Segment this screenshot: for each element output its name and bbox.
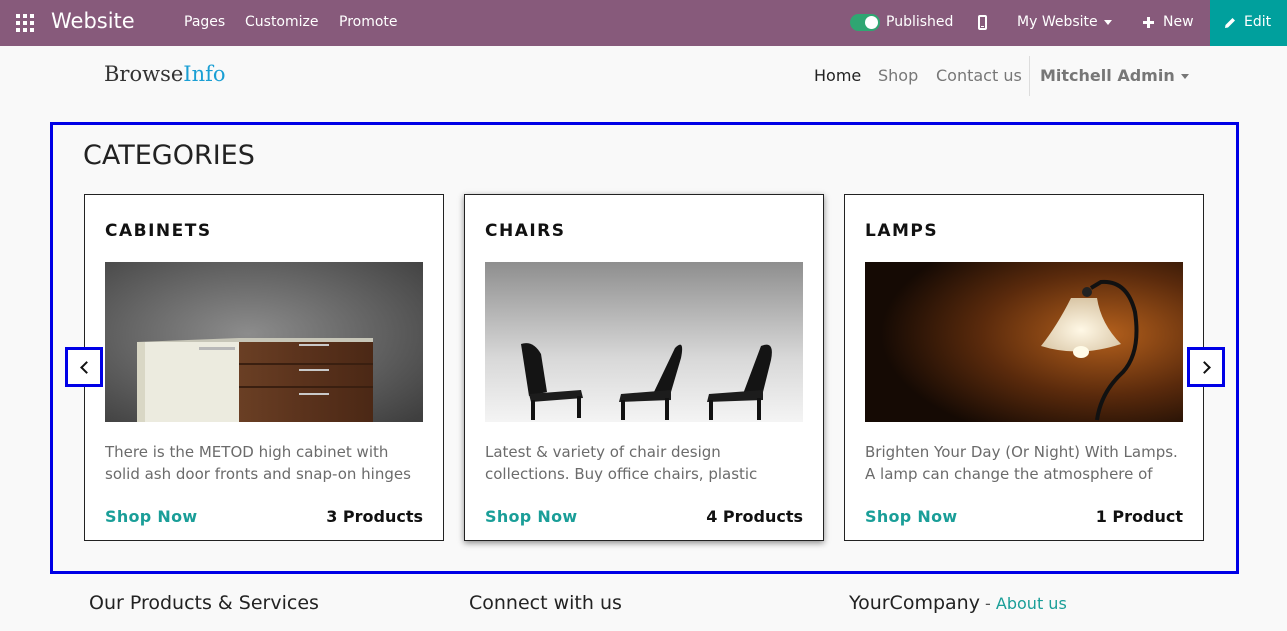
caret-down-icon	[1103, 19, 1112, 25]
user-name: Mitchell Admin	[1040, 66, 1175, 85]
chairs-image[interactable]	[485, 262, 803, 422]
nav-contact[interactable]: Contact us	[936, 66, 1022, 85]
shop-now-link[interactable]: Shop Now	[865, 507, 958, 526]
pencil-icon	[1225, 18, 1235, 28]
site-selector-label: My Website	[1017, 14, 1098, 30]
lamp-image[interactable]	[865, 262, 1183, 422]
section-title: CATEGORIES	[83, 140, 255, 171]
user-menu[interactable]: Mitchell Admin	[1040, 66, 1189, 85]
carousel-prev-button[interactable]	[65, 347, 103, 387]
apps-grid-icon[interactable]	[16, 14, 34, 32]
card-title: CABINETS	[105, 221, 212, 241]
logo-text-accent: Info	[183, 62, 226, 86]
nav-divider	[1029, 56, 1030, 96]
shop-now-link[interactable]: Shop Now	[485, 507, 578, 526]
card-description: Latest & variety of chair design collect…	[485, 443, 758, 483]
chevron-left-icon	[80, 361, 93, 374]
new-button[interactable]: New	[1163, 14, 1194, 30]
company-name: YourCompany	[849, 592, 980, 614]
card-description: Brighten Your Day (Or Night) With Lamps.…	[865, 443, 1178, 483]
card-title: CHAIRS	[485, 221, 566, 241]
product-count: 1 Product	[1095, 507, 1183, 526]
published-label[interactable]: Published	[886, 14, 953, 30]
nav-home[interactable]: Home	[814, 66, 861, 85]
footer-products-title: Our Products & Services	[89, 592, 319, 614]
menu-promote[interactable]: Promote	[339, 14, 398, 30]
product-count: 4 Products	[706, 507, 803, 526]
published-toggle[interactable]	[850, 14, 880, 31]
caret-down-icon	[1180, 74, 1189, 79]
title-separator: -	[979, 594, 996, 613]
logo-text-primary: Browse	[104, 62, 184, 86]
edit-button[interactable]: Edit	[1210, 0, 1287, 46]
edit-label: Edit	[1244, 14, 1272, 30]
app-title[interactable]: Website	[51, 9, 135, 33]
category-card-cabinets[interactable]: CABINETS There is the METOD high cabinet…	[84, 194, 444, 541]
site-selector[interactable]: My Website	[1017, 14, 1112, 30]
nav-shop[interactable]: Shop	[878, 66, 918, 85]
admin-topbar: Website Pages Customize Promote Publishe…	[0, 0, 1287, 46]
about-us-link[interactable]: About us	[996, 594, 1067, 613]
card-description: There is the METOD high cabinet with sol…	[105, 443, 411, 483]
cabinet-image[interactable]	[105, 262, 423, 422]
carousel-next-button[interactable]	[1187, 347, 1225, 387]
category-card-chairs[interactable]: CHAIRS Latest & variety of chair design …	[464, 194, 824, 541]
shop-now-link[interactable]: Shop Now	[105, 507, 198, 526]
card-title: LAMPS	[865, 221, 939, 241]
chevron-right-icon	[1198, 361, 1211, 374]
footer-company-title: YourCompany - About us	[849, 592, 1067, 614]
product-count: 3 Products	[326, 507, 423, 526]
site-logo[interactable]: BrowseInfo	[104, 62, 226, 86]
category-card-lamps[interactable]: LAMPS Brighten Your Day (Or Night) With …	[844, 194, 1204, 541]
footer-connect-title: Connect with us	[469, 592, 622, 614]
mobile-icon[interactable]	[978, 15, 987, 30]
plus-icon[interactable]	[1143, 17, 1154, 28]
menu-pages[interactable]: Pages	[184, 14, 225, 30]
menu-customize[interactable]: Customize	[245, 14, 319, 30]
